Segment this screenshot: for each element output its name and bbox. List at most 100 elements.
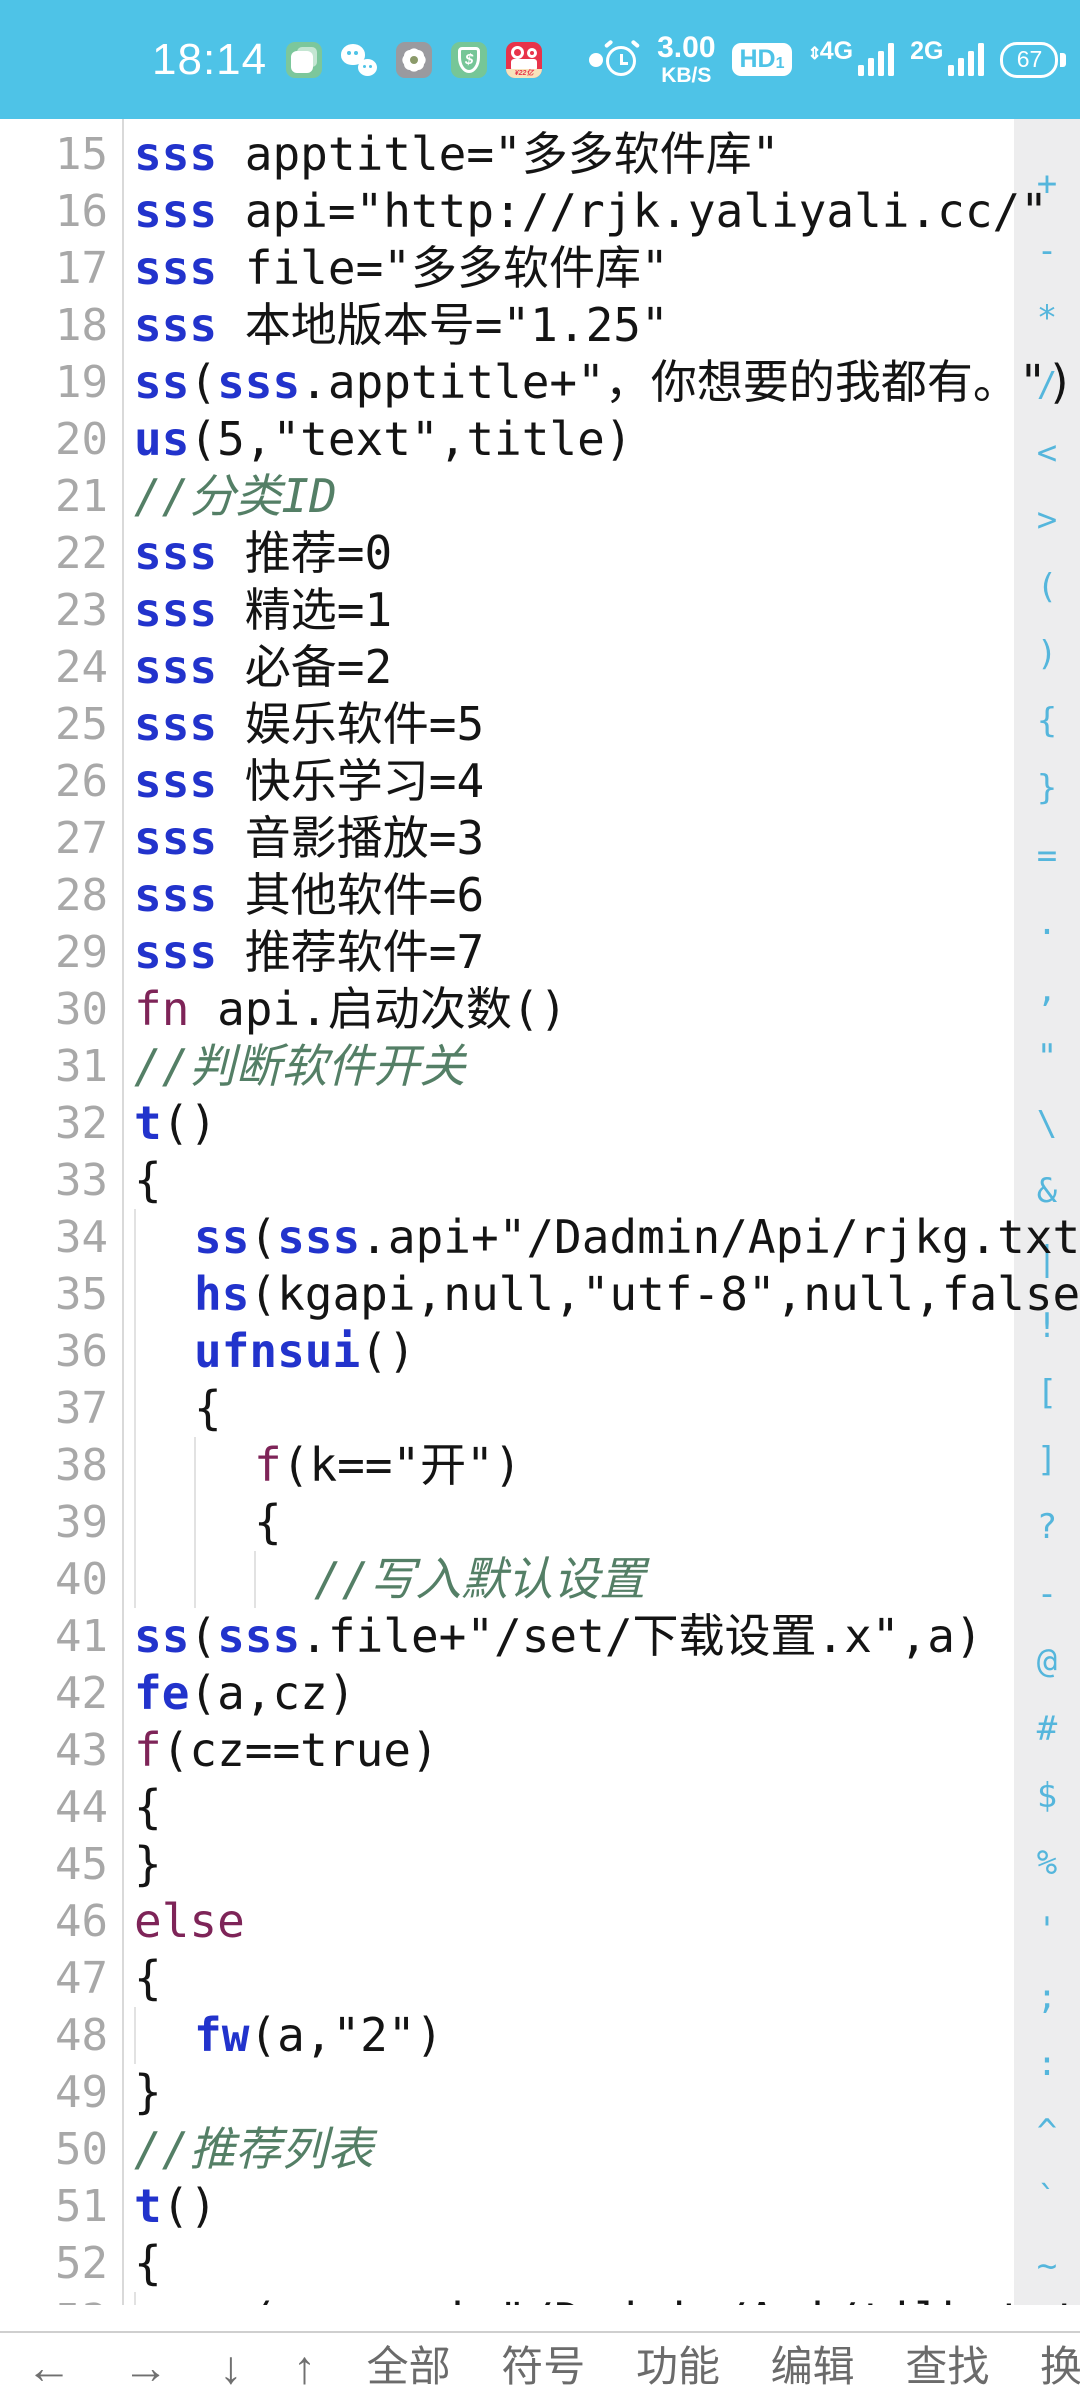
code-text: fn api.启动次数() [134,981,567,1038]
token-pl: () [162,2178,217,2235]
wrap-button-partial[interactable]: 换行 [1040,2346,1080,2388]
find-button[interactable]: 查找 [905,2346,989,2388]
code-line[interactable]: 51t() [0,2178,1080,2235]
code-line[interactable]: 28sss 其他软件=6 [0,867,1080,924]
token-kw: us [134,411,189,468]
code-text: { [134,1380,222,1437]
code-line[interactable]: 35hs(kgapi,null,"utf-8",null,false) [0,1266,1080,1323]
code-line[interactable]: 50//推荐列表 [0,2121,1080,2178]
code-text: { [134,1950,162,2007]
code-line[interactable]: 52{ [0,2235,1080,2292]
token-pl: (a,cz) [189,1665,355,1722]
code-line[interactable]: 26sss 快乐学习=4 [0,753,1080,810]
code-line[interactable]: 22sss 推荐=0 [0,525,1080,582]
line-number: 32 [0,1095,124,1152]
indent-guide [134,1266,194,1323]
code-line[interactable]: 46else [0,1893,1080,1950]
code-line[interactable]: 20us(5,"text",title) [0,411,1080,468]
token-pl: api.启动次数() [189,981,567,1038]
code-line[interactable]: 45} [0,1836,1080,1893]
code-line[interactable]: 33{ [0,1152,1080,1209]
code-line[interactable]: 36ufnsui() [0,1323,1080,1380]
code-line[interactable]: 25sss 娱乐软件=5 [0,696,1080,753]
functions-button[interactable]: 功能 [636,2346,720,2388]
code-line[interactable]: 48fw(a,"2") [0,2007,1080,2064]
code-text: sss api="http://rjk.yaliyali.cc/" [134,183,1048,240]
line-number: 42 [0,1665,124,1722]
token-pl: 音影播放=3 [217,810,484,867]
line-number: 37 [0,1380,124,1437]
line-number: 47 [0,1950,124,2007]
code-line[interactable]: 41ss(sss.file+"/set/下载设置.x",a) [0,1608,1080,1665]
line-number: 26 [0,753,124,810]
code-line[interactable]: 34ss(sss.api+"/Dadmin/Api/rjkg.txt",kgap… [0,1209,1080,1266]
signal-sim1-icon: ⇕4G [808,43,895,76]
token-pl: (a,"2") [249,2007,443,2064]
code-editor[interactable]: 14//软件设置15sss apptitle="多多软件库"16sss api=… [0,69,1080,2349]
token-pl: { [134,1152,162,1209]
line-number: 33 [0,1152,124,1209]
code-line[interactable]: 47{ [0,1950,1080,2007]
code-line[interactable]: 16sss api="http://rjk.yaliyali.cc/" [0,183,1080,240]
token-pl: .file+"/set/下载设置.x",a) [300,1608,983,1665]
code-line[interactable]: 43f(cz==true) [0,1722,1080,1779]
code-line[interactable]: 30fn api.启动次数() [0,981,1080,1038]
token-pl: 本地版本号="1.25" [217,297,669,354]
code-line[interactable]: 21//分类ID [0,468,1080,525]
code-line[interactable]: 38f(k=="开") [0,1437,1080,1494]
code-line[interactable]: 27sss 音影播放=3 [0,810,1080,867]
token-pl: ( [189,1608,217,1665]
line-number: 46 [0,1893,124,1950]
move-left-button[interactable]: ← [26,2344,72,2390]
code-line[interactable]: 39{ [0,1494,1080,1551]
move-right-button[interactable]: → [123,2344,169,2390]
line-number: 15 [0,126,124,183]
code-line[interactable]: 32t() [0,1095,1080,1152]
line-number: 16 [0,183,124,240]
code-line[interactable]: 42fe(a,cz) [0,1665,1080,1722]
token-pl: } [134,2064,162,2121]
symbols-button[interactable]: 符号 [501,2346,585,2388]
token-pl: () [360,1323,415,1380]
code-line[interactable]: 37{ [0,1380,1080,1437]
all-button[interactable]: 全部 [367,2346,451,2388]
code-line[interactable]: 49} [0,2064,1080,2121]
token-kw: sss [134,183,217,240]
code-line[interactable]: 29sss 推荐软件=7 [0,924,1080,981]
move-up-button[interactable]: ↑ [293,2344,316,2390]
token-pl: 必备=2 [217,639,392,696]
token-pl: 快乐学习=4 [217,753,484,810]
code-line[interactable]: 23sss 精选=1 [0,582,1080,639]
token-kw: hs [194,1266,249,1323]
code-line[interactable]: 17sss file="多多软件库" [0,240,1080,297]
indent-guide [134,1380,194,1437]
token-kw2: fn [134,981,189,1038]
status-bar: 18:14 $ ¥22亿 3.00 KB/S HD1 ⇕4G 2G 67 [0,0,1080,119]
code-line[interactable]: 19ss(sss.apptitle+"，你想要的我都有。") [0,354,1080,411]
code-text: sss 精选=1 [134,582,392,639]
token-kw2: f [134,1722,162,1779]
line-number: 43 [0,1722,124,1779]
line-number: 25 [0,696,124,753]
code-line[interactable]: 18sss 本地版本号="1.25" [0,297,1080,354]
battery-percent: 67 [1000,42,1058,78]
code-line[interactable]: 15sss apptitle="多多软件库" [0,126,1080,183]
code-text: sss 推荐=0 [134,525,392,582]
code-text: f(k=="开") [134,1437,522,1494]
edit-button[interactable]: 编辑 [771,2346,855,2388]
token-pl: (k=="开") [282,1437,522,1494]
battery-icon: 67 [1000,42,1066,78]
code-text: sss apptitle="多多软件库" [134,126,779,183]
code-text: { [134,1152,162,1209]
code-text: t() [134,1095,217,1152]
token-pl: file="多多软件库" [217,240,669,297]
move-down-button[interactable]: ↓ [219,2344,242,2390]
token-kw: sss [134,639,217,696]
line-number: 45 [0,1836,124,1893]
indent-guide [134,1209,194,1266]
code-line[interactable]: 31//判断软件开关 [0,1038,1080,1095]
code-line[interactable]: 40//写入默认设置 [0,1551,1080,1608]
code-text: ss(sss.api+"/Dadmin/Api/rjkg.txt",kgapi) [134,1209,1080,1266]
code-line[interactable]: 44{ [0,1779,1080,1836]
code-line[interactable]: 24sss 必备=2 [0,639,1080,696]
